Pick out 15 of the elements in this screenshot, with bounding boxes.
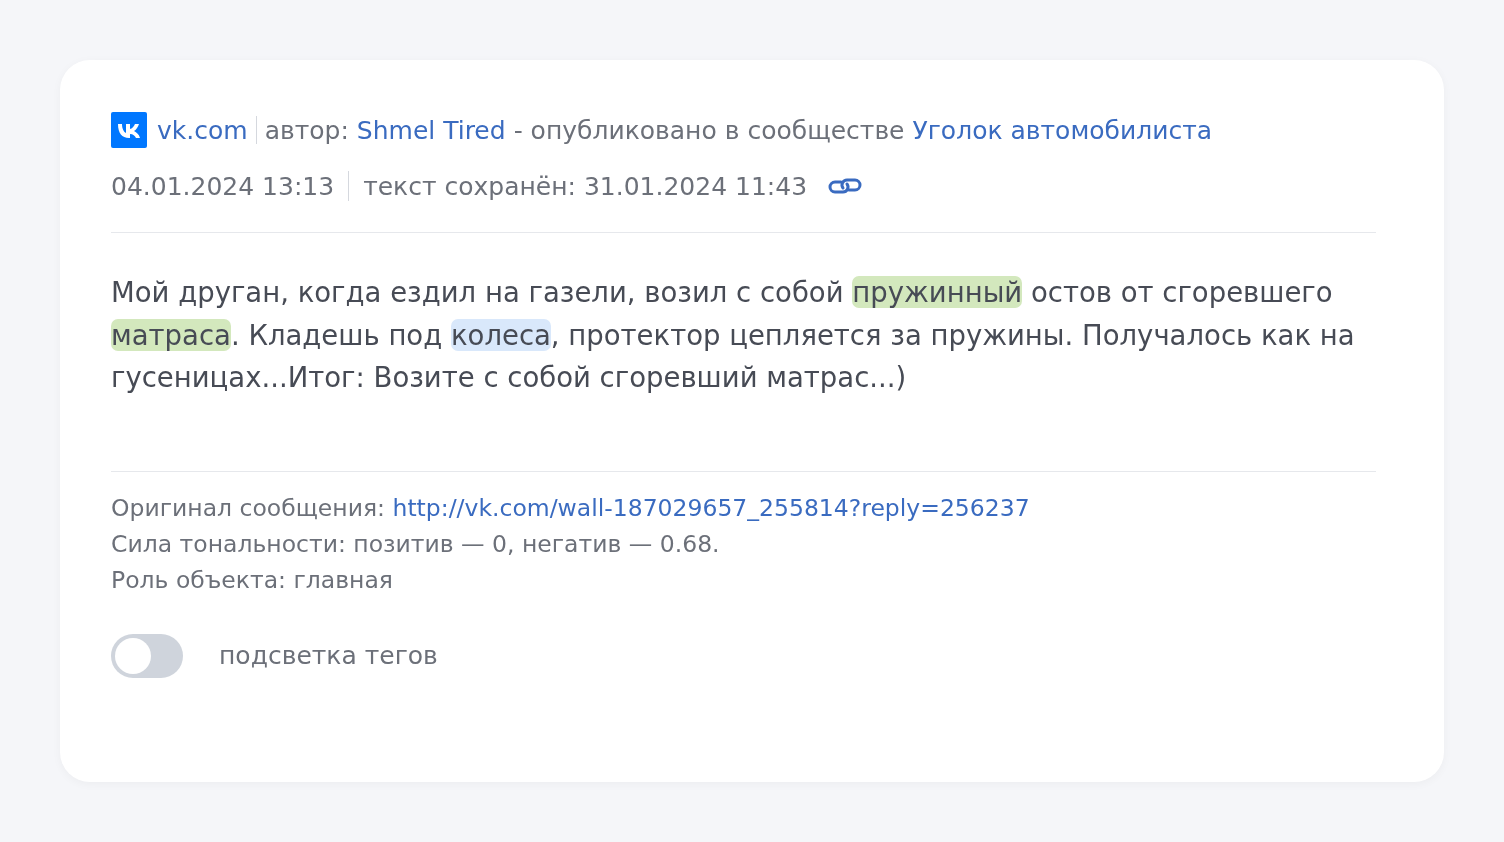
post-text: Мой друган, когда ездил на газели, возил с собой пружинный остов от сгоревшего матраса. Кладешь под колеса, протектор цепляется за пружины. Получалось как на гусеницах...Итог: Возите с собой сгоревший матрас...): [111, 275, 1356, 395]
tonality-text: Сила тональности: позитив — 0, негатив — 0.68.: [111, 528, 721, 560]
site-link[interactable]: vk.com: [157, 115, 248, 145]
original-url-link[interactable]: http://vk.com/wall-187029657_255814?reply=256237: [392, 493, 1030, 522]
author-label: автор:: [264, 115, 349, 145]
role-text: Роль объекта: главная: [111, 564, 394, 596]
original-label: Оригинал сообщения:: [111, 493, 385, 522]
published-label: - опубликовано в сообществе: [513, 115, 905, 145]
toggle-label: подсветка тегов: [219, 641, 438, 670]
site-logo-icon: [111, 112, 147, 148]
saved-date: текст сохранён: 31.01.2024 11:43: [363, 171, 808, 201]
toggle-switch[interactable]: [111, 633, 183, 678]
community-link[interactable]: Уголок автомобилиста: [912, 115, 1213, 145]
post-date: 04.01.2024 13:13: [111, 171, 335, 201]
author-link[interactable]: Shmel Tired: [356, 115, 506, 145]
